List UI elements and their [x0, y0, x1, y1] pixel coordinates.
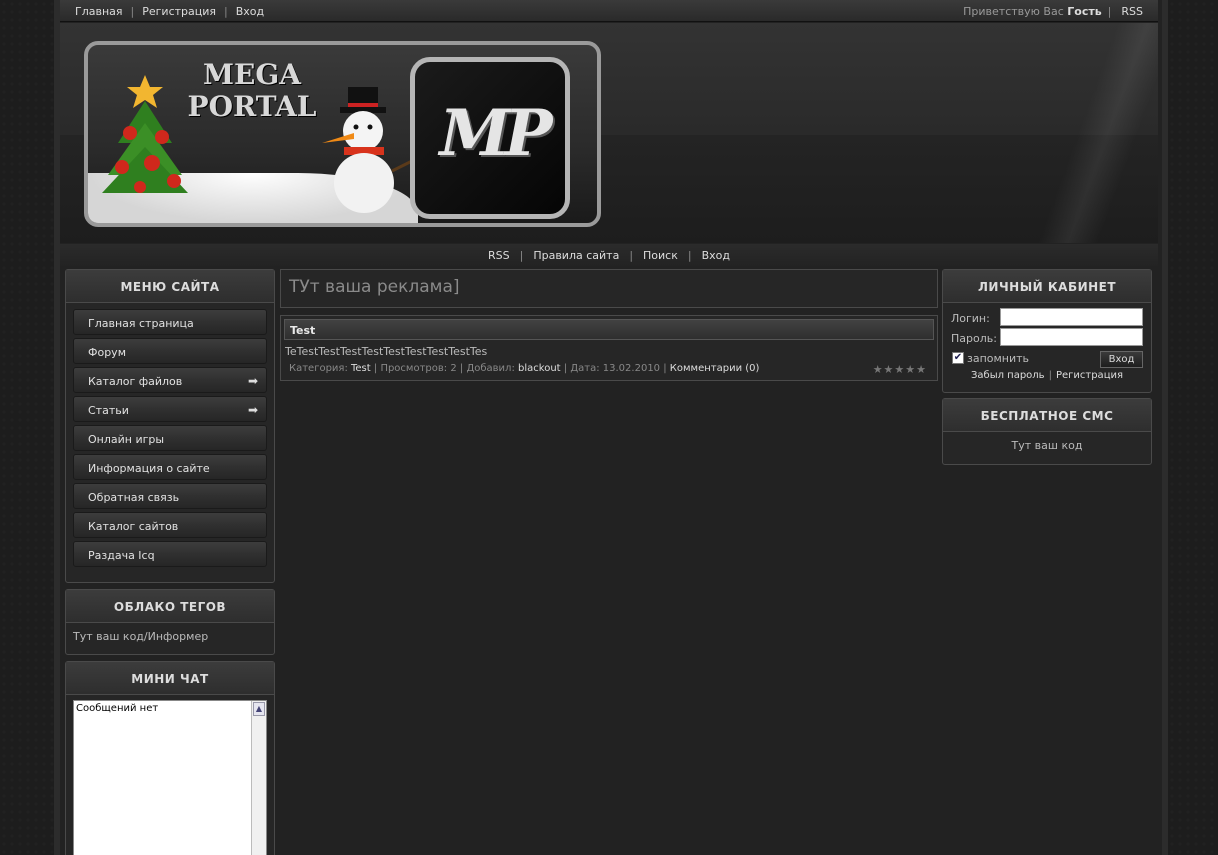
mini-chat-block: МИНИ ЧАТ Сообщений нет ▲: [65, 661, 275, 855]
ad-banner: ТУт ваша реклама]: [280, 269, 938, 308]
chat-messages[interactable]: Сообщений нет ▲: [73, 700, 267, 855]
menu-item-files[interactable]: Каталог файлов ➡: [73, 367, 267, 393]
menu-item-feedback[interactable]: Обратная связь: [73, 483, 267, 509]
sms-body: Тут ваш код: [1011, 439, 1083, 452]
menu-item-home[interactable]: Главная страница: [73, 309, 267, 335]
arrow-right-icon: ➡: [247, 374, 258, 388]
register-link[interactable]: Регистрация: [1056, 370, 1123, 381]
author-link[interactable]: blackout: [518, 363, 561, 374]
snowman-icon: [322, 87, 413, 213]
entry-meta: Категория: Test | Просмотров: 2 | Добави…: [289, 363, 927, 376]
menu-item-label: Онлайн игры: [88, 433, 165, 446]
site-logo[interactable]: MEGA PORTAL MP: [84, 41, 601, 227]
separator: |: [130, 5, 135, 18]
password-label: Пароль:: [951, 332, 997, 345]
login-input[interactable]: [1000, 308, 1143, 326]
menu-item-label: Каталог файлов: [88, 375, 183, 388]
category-label: Категория:: [289, 363, 348, 374]
date-label: Дата:: [570, 363, 600, 374]
scroll-up-icon[interactable]: ▲: [253, 702, 265, 716]
top-bar: Главная | Регистрация | Вход Приветствую Вас…: [60, 0, 1158, 22]
site-menu-block: МЕНЮ САЙТА Главная страница Форум Катало…: [65, 269, 275, 583]
christmas-tree-icon: [102, 75, 188, 193]
password-input[interactable]: [1000, 328, 1143, 346]
login-row: Логин:: [950, 308, 1144, 328]
menu-item-label: Статьи: [88, 404, 129, 417]
views-count: 2: [450, 363, 457, 374]
category-link[interactable]: Test: [351, 363, 371, 374]
tag-cloud-body: Тут ваш код/Информер: [73, 630, 209, 643]
remember-row: ✔ запомнить Вход: [950, 350, 1144, 370]
news-entry: Test TeTestTestTestTestTestTestTestTestT…: [280, 315, 938, 381]
entry-title[interactable]: Test: [284, 319, 934, 340]
main-nav: RSS | Правила сайта | Поиск | Вход: [60, 244, 1158, 266]
tag-cloud-block: ОБЛАКО ТЕГОВ Тут ваш код/Информер: [65, 589, 275, 655]
menu-item-label: Каталог сайтов: [88, 520, 179, 533]
password-row: Пароль:: [950, 328, 1144, 348]
greeting-text: Приветствую Вас: [963, 5, 1064, 18]
chat-scrollbar[interactable]: ▲: [251, 701, 266, 855]
menu-item-label: Главная страница: [88, 317, 194, 330]
user-name: Гость: [1067, 5, 1102, 18]
menu-item-label: Форум: [88, 346, 126, 359]
menu-item-games[interactable]: Онлайн игры: [73, 425, 267, 451]
menu-item-icq[interactable]: Раздача Icq: [73, 541, 267, 567]
top-link-register[interactable]: Регистрация: [142, 5, 216, 18]
top-link-login[interactable]: Вход: [236, 5, 264, 18]
menu-item-label: Информация о сайте: [88, 462, 210, 475]
sms-block: БЕСПЛАТНОЕ СМС Тут ваш код: [942, 398, 1152, 465]
login-button[interactable]: Вход: [1100, 351, 1143, 368]
header-swoosh: [1038, 23, 1158, 243]
greeting-area: Приветствую Вас Гость | RSS: [963, 5, 1143, 18]
mp-emblem: MP: [410, 57, 570, 219]
remember-checkbox[interactable]: ✔: [952, 352, 964, 364]
nav-link-rules[interactable]: Правила сайта: [533, 249, 619, 262]
comments-link[interactable]: Комментарии (0): [670, 363, 760, 374]
menu-item-about[interactable]: Информация о сайте: [73, 454, 267, 480]
top-link-home[interactable]: Главная: [75, 5, 123, 18]
login-label: Логин:: [951, 312, 990, 325]
views-label: Просмотров:: [380, 363, 448, 374]
login-links: Забыл пароль | Регистрация: [950, 370, 1144, 381]
separator: |: [1107, 5, 1112, 18]
site-menu-list: Главная страница Форум Каталог файлов ➡ С…: [66, 303, 274, 576]
rating-stars[interactable]: ★★★★★: [873, 363, 927, 376]
top-link-rss[interactable]: RSS: [1121, 5, 1143, 18]
entry-text: TeTestTestTestTestTestTestTestTestTes: [285, 345, 488, 358]
nav-link-search[interactable]: Поиск: [643, 249, 678, 262]
menu-item-sites[interactable]: Каталог сайтов: [73, 512, 267, 538]
author-label: Добавил:: [466, 363, 515, 374]
logo-title: MEGA PORTAL: [182, 59, 322, 123]
login-form: Логин: Пароль: ✔ запомнить Вход Забыл па…: [943, 303, 1151, 386]
nav-link-login[interactable]: Вход: [702, 249, 730, 262]
mp-mark: MP: [439, 96, 553, 171]
mini-chat-title: МИНИ ЧАТ: [66, 662, 274, 695]
cabinet-title: ЛИЧНЫЙ КАБИНЕТ: [943, 270, 1151, 303]
top-links: Главная | Регистрация | Вход: [75, 5, 264, 18]
menu-item-label: Обратная связь: [88, 491, 180, 504]
logo-line-1: MEGA: [203, 58, 301, 91]
menu-item-forum[interactable]: Форум: [73, 338, 267, 364]
separator: |: [687, 249, 692, 262]
logo-line-2: PORTAL: [187, 90, 317, 123]
site-header: MEGA PORTAL MP: [60, 23, 1158, 243]
remember-label: запомнить: [967, 352, 1030, 365]
tag-cloud-title: ОБЛАКО ТЕГОВ: [66, 590, 274, 623]
sms-title: БЕСПЛАТНОЕ СМС: [943, 399, 1151, 432]
entry-date: 13.02.2010: [602, 363, 661, 374]
mini-chat-body: Сообщений нет ▲: [66, 695, 274, 855]
arrow-right-icon: ➡: [247, 403, 258, 417]
nav-link-rss[interactable]: RSS: [488, 249, 510, 262]
site-menu-title: МЕНЮ САЙТА: [66, 270, 274, 303]
cabinet-block: ЛИЧНЫЙ КАБИНЕТ Логин: Пароль: ✔ запомнит…: [942, 269, 1152, 393]
separator: |: [224, 5, 228, 18]
forgot-password-link[interactable]: Забыл пароль: [971, 370, 1045, 381]
separator: |: [519, 249, 524, 262]
chat-empty-text: Сообщений нет: [76, 703, 159, 714]
menu-item-articles[interactable]: Статьи ➡: [73, 396, 267, 422]
separator: |: [629, 249, 634, 262]
separator: |: [1048, 370, 1052, 381]
ad-text: ТУт ваша реклама]: [289, 277, 460, 297]
menu-item-label: Раздача Icq: [88, 549, 155, 562]
